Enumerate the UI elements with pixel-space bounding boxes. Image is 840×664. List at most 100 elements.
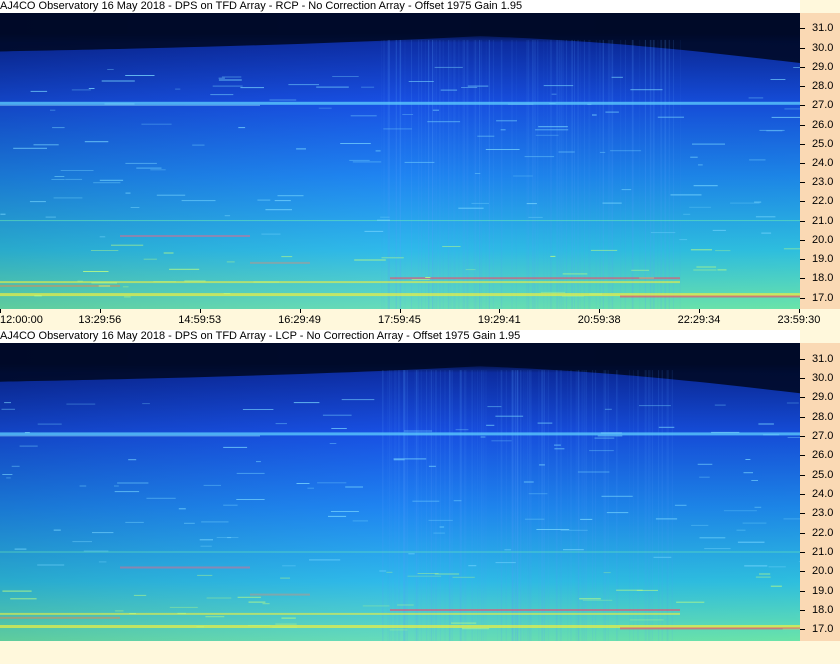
lcp-signal-dash: [487, 406, 502, 408]
lcp-signal-dash: [11, 465, 20, 467]
rcp-vertical-streak: [450, 39, 452, 309]
lcp-vertical-streak: [432, 370, 434, 641]
tick-label: 20.0: [812, 233, 834, 246]
rcp-signal-dash: [402, 114, 414, 115]
lcp-signal-dash: [711, 431, 740, 433]
lcp-signal-dash: [491, 440, 512, 442]
lcp-signal-dash: [737, 541, 765, 543]
rcp-signal-dash: [549, 103, 556, 105]
lcp-signal-dash: [714, 404, 726, 406]
rcp-signal-dash: [136, 167, 162, 169]
lcp-interference-band: [250, 593, 310, 596]
lcp-signal-dash: [768, 566, 786, 568]
lcp-vertical-streak: [548, 370, 550, 641]
tick-label: 20.0: [812, 565, 834, 578]
tick-label: 28.0: [812, 410, 834, 423]
rcp-signal-dash: [535, 134, 559, 136]
rcp-vertical-streak: [645, 39, 646, 309]
lcp-signal-dash: [146, 497, 176, 499]
rcp-signal-dash: [592, 114, 597, 116]
rcp-time-tick-mark: [699, 309, 701, 313]
lcp-signal-dash: [486, 424, 495, 426]
lcp-signal-dash: [200, 545, 212, 547]
rcp-vertical-streak: [620, 39, 622, 309]
rcp-signal-dash: [650, 232, 676, 234]
lcp-vertical-streak: [616, 370, 618, 641]
lcp-vertical-streak: [577, 370, 579, 641]
rcp-vertical-streak: [489, 39, 490, 309]
lcp-vertical-streak: [546, 370, 548, 641]
rcp-time-tick-label: 17:59:45: [378, 314, 421, 326]
rcp-signal-dash: [354, 259, 386, 261]
rcp-vertical-streak: [479, 39, 481, 309]
rcp-vertical-streak: [425, 39, 426, 309]
lcp-signal-dash: [275, 423, 287, 425]
lcp-vertical-streak: [417, 370, 419, 641]
rcp-signal-dash: [257, 199, 271, 201]
tick-mark: [800, 532, 805, 534]
lcp-signal-dash: [393, 459, 405, 461]
rcp-signal-dash: [101, 80, 135, 82]
lcp-signal-dash: [197, 574, 213, 576]
rcp-signal-dash: [332, 76, 359, 77]
rcp-signal-dash: [99, 179, 124, 181]
lcp-signal-dash: [723, 510, 757, 512]
lcp-interference-band: [0, 616, 120, 619]
rcp-signal-dash: [696, 266, 717, 268]
rcp-signal-dash: [679, 239, 688, 241]
rcp-signal-dash: [50, 109, 56, 111]
tick-label: 27.0: [812, 99, 834, 112]
lcp-signal-dash: [79, 485, 87, 487]
rcp-signal-dash: [318, 107, 332, 109]
rcp-signal-dash: [690, 249, 712, 251]
lcp-signal-dash: [783, 518, 800, 520]
rcp-signal-dash: [253, 281, 280, 283]
lcp-vertical-streak: [575, 370, 577, 641]
rcp-signal-dash: [210, 94, 234, 96]
lcp-frequency-tick: 30.0: [800, 372, 840, 385]
rcp-signal-dash: [364, 230, 384, 232]
rcp-signal-dash: [513, 175, 533, 177]
rcp-signal-dash: [156, 194, 186, 196]
lcp-interference-band: [120, 566, 250, 569]
rcp-signal-dash: [717, 269, 727, 271]
lcp-signal-dash: [674, 504, 687, 506]
tick-mark: [800, 143, 805, 145]
lcp-vertical-streak: [559, 370, 561, 641]
rcp-signal-dash: [631, 269, 650, 271]
lcp-vertical-streak: [477, 370, 479, 641]
lcp-signal-dash: [736, 529, 746, 531]
rcp-vertical-streak: [650, 39, 652, 309]
lcp-vertical-streak: [474, 370, 476, 641]
lcp-signal-dash: [582, 599, 613, 601]
rcp-vertical-streak: [501, 39, 503, 309]
rcp-vertical-streak: [395, 39, 397, 309]
lcp-signal-dash: [495, 562, 516, 564]
rcp-signal-dash: [754, 201, 762, 203]
lcp-signal-dash: [178, 508, 186, 510]
lcp-vertical-streak: [516, 370, 518, 641]
tick-label: 28.0: [812, 80, 834, 92]
rcp-frequency-tick: 18.0: [800, 272, 840, 285]
tick-label: 17.0: [812, 623, 834, 636]
rcp-signal-dash: [590, 249, 618, 251]
lcp-signal-dash: [92, 532, 114, 534]
lcp-signal-dash: [177, 612, 186, 614]
lcp-signal-dash: [272, 626, 298, 628]
lcp-signal-dash: [256, 461, 261, 463]
tick-label: 31.0: [812, 352, 834, 365]
rcp-signal-dash: [639, 277, 655, 279]
rcp-signal-dash: [528, 216, 543, 218]
lcp-signal-dash: [655, 518, 678, 520]
lcp-signal-dash: [428, 519, 453, 521]
lcp-vertical-streak: [543, 370, 545, 641]
lcp-vertical-streak: [460, 370, 462, 641]
rcp-vertical-streak: [434, 39, 436, 309]
lcp-signal-dash: [603, 572, 611, 574]
lcp-vertical-streak: [388, 370, 390, 641]
rcp-signal-dash: [274, 200, 291, 202]
rcp-vertical-streak: [389, 39, 390, 309]
lcp-signal-dash: [554, 444, 561, 446]
lcp-signal-dash: [744, 565, 768, 567]
tick-label: 27.0: [812, 429, 834, 442]
